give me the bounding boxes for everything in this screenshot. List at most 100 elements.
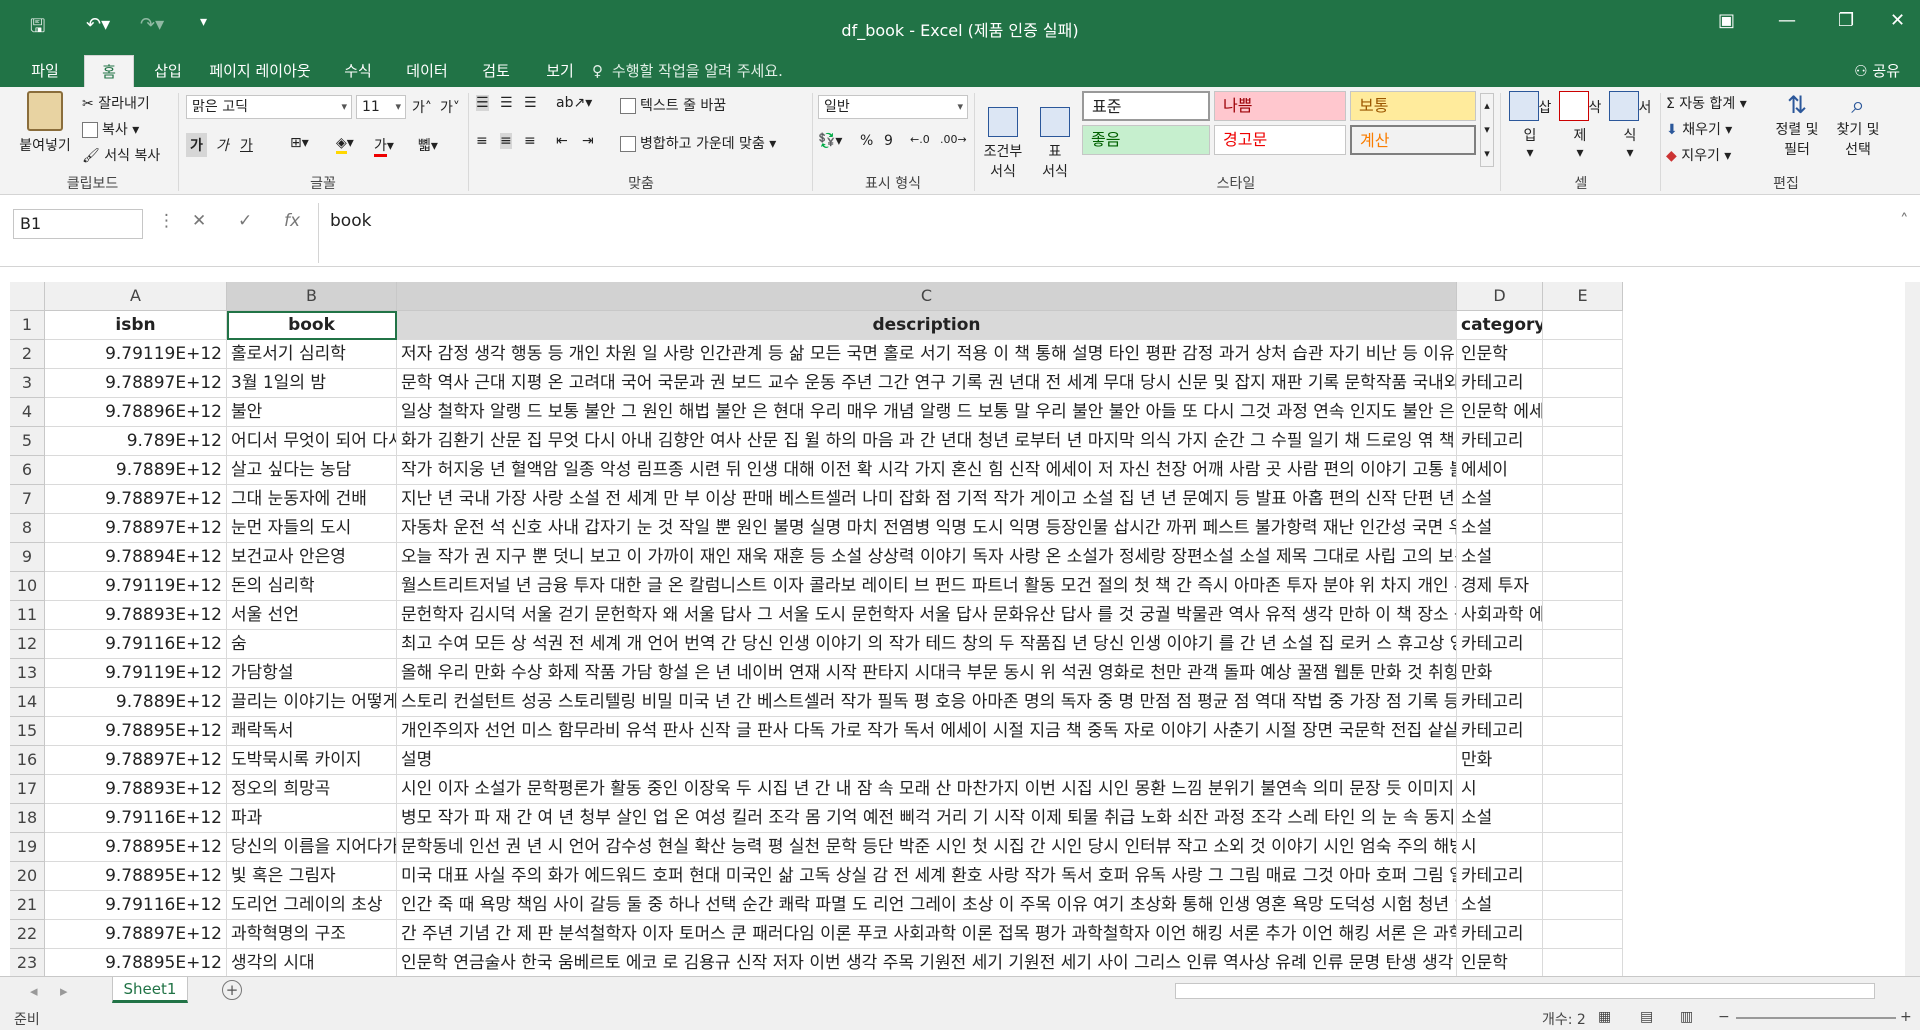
formula-options-icon[interactable]: ⋮ — [158, 211, 175, 231]
grow-font-button[interactable]: 가˄ — [412, 97, 432, 117]
cell-empty[interactable] — [1543, 717, 1623, 746]
insert-cells-button[interactable]: 삽입 ▾ — [1506, 91, 1554, 161]
cell-description[interactable]: 문학 역사 근대 지평 온 고려대 국어 국문과 권 보드 교수 운동 주년 그… — [397, 369, 1457, 398]
row-header[interactable]: 15 — [10, 717, 45, 746]
cell-category[interactable]: 카테고리 — [1457, 630, 1543, 659]
phonetic-icon[interactable]: 뼯▾ — [418, 135, 438, 155]
comma-button[interactable]: 9 — [884, 133, 893, 149]
cell-book[interactable]: 쾌락독서 — [227, 717, 397, 746]
conditional-format-button[interactable]: 조건부 서식 — [978, 91, 1028, 181]
cell-category[interactable]: 에세이 — [1457, 456, 1543, 485]
cell-category[interactable]: 사회과학 에세이 인문 — [1457, 601, 1543, 630]
cell-isbn[interactable]: 9.78897E+12 — [45, 920, 227, 949]
paste-button[interactable]: 붙여넣기 — [10, 91, 80, 155]
cell-description[interactable]: 병모 작가 파 재 간 여 년 청부 살인 업 온 여성 킬러 조각 몸 기억 … — [397, 804, 1457, 833]
merge-center-button[interactable]: 병합하고 가운데 맞춤 ▾ — [620, 133, 776, 153]
column-header-e[interactable]: E — [1543, 282, 1623, 311]
wrap-text-button[interactable]: 텍스트 줄 바꿈 — [620, 95, 726, 115]
cell-category[interactable]: 소설 — [1457, 514, 1543, 543]
percent-button[interactable]: % — [860, 133, 873, 149]
cell-isbn[interactable]: 9.78894E+12 — [45, 543, 227, 572]
column-header-b[interactable]: B — [227, 282, 397, 311]
align-left-icon[interactable]: ≡ — [476, 133, 488, 149]
cell-isbn[interactable]: 9.79116E+12 — [45, 804, 227, 833]
cell-description[interactable]: 지난 년 국내 가장 사랑 소설 전 세계 만 부 이상 판매 베스트셀러 나미… — [397, 485, 1457, 514]
row-header[interactable]: 13 — [10, 659, 45, 688]
page-layout-view-icon[interactable]: ▤ — [1640, 1009, 1653, 1025]
cell-book[interactable]: 돈의 심리학 — [227, 572, 397, 601]
style-bad[interactable]: 나쁨 — [1214, 91, 1346, 121]
fill-button[interactable]: ⬇ 채우기 ▾ — [1666, 119, 1732, 139]
decrease-decimal-icon[interactable]: .00→ — [940, 133, 967, 146]
page-break-view-icon[interactable]: ▥ — [1680, 1009, 1693, 1025]
row-header[interactable]: 7 — [10, 485, 45, 514]
cell-book[interactable]: 정오의 희망곡 — [227, 775, 397, 804]
cell-isbn[interactable]: 9.78893E+12 — [45, 601, 227, 630]
cell-book[interactable]: 3월 1일의 밤 — [227, 369, 397, 398]
cell-empty[interactable] — [1543, 775, 1623, 804]
cell-isbn[interactable]: 9.7889E+12 — [45, 456, 227, 485]
cell-empty[interactable] — [1543, 630, 1623, 659]
row-header[interactable]: 16 — [10, 746, 45, 775]
cell-category[interactable]: 소설 — [1457, 485, 1543, 514]
cell-category[interactable]: 카테고리 — [1457, 920, 1543, 949]
cell-description[interactable]: 문헌학자 김시덕 서울 걷기 문헌학자 왜 서울 답사 그 서울 도시 문헌학자… — [397, 601, 1457, 630]
currency-icon[interactable]: 💱▾ — [818, 133, 842, 149]
ribbon-display-icon[interactable]: ▣ — [1718, 10, 1735, 31]
tab-view[interactable]: 보기 — [530, 55, 590, 87]
number-format-combo[interactable]: 일반 — [818, 95, 968, 119]
minimize-icon[interactable]: — — [1778, 10, 1796, 31]
style-calculation[interactable]: 계산 — [1350, 125, 1476, 155]
row-header[interactable]: 2 — [10, 340, 45, 369]
row-header[interactable]: 9 — [10, 543, 45, 572]
column-header-d[interactable]: D — [1457, 282, 1543, 311]
row-header[interactable]: 12 — [10, 630, 45, 659]
align-bottom-icon[interactable]: ☰ — [524, 95, 537, 111]
cell-description[interactable]: 인간 죽 때 욕망 책임 사이 갈등 둘 중 하나 선택 순간 쾌락 파멸 도 … — [397, 891, 1457, 920]
column-header-c[interactable]: C — [397, 282, 1457, 311]
cell-description[interactable]: 문학동네 인선 권 년 시 언어 감수성 현실 확산 능력 평 실천 문학 등단… — [397, 833, 1457, 862]
cell-book[interactable]: 눈먼 자들의 도시 — [227, 514, 397, 543]
cell-isbn[interactable]: 9.78896E+12 — [45, 398, 227, 427]
cell-description[interactable]: 설명 — [397, 746, 1457, 775]
styles-scroll-icon[interactable]: ▴ ▾ ▾ — [1480, 93, 1494, 167]
font-color-icon[interactable]: 가▾ — [374, 135, 394, 157]
cell-book[interactable]: 파과 — [227, 804, 397, 833]
cell-empty[interactable] — [1543, 340, 1623, 369]
cell-book[interactable]: 어디서 무엇이 되어 다시 — [227, 427, 397, 456]
cell-book[interactable]: 도리언 그레이의 초상 — [227, 891, 397, 920]
delete-cells-button[interactable]: 삭제 ▾ — [1556, 91, 1604, 161]
cell-category[interactable]: 인문학 — [1457, 949, 1543, 976]
header-cell-description[interactable]: description — [397, 311, 1457, 340]
increase-decimal-icon[interactable]: ←.0 — [910, 133, 930, 146]
cell-empty[interactable] — [1543, 543, 1623, 572]
header-cell-category[interactable]: category — [1457, 311, 1543, 340]
cell-isbn[interactable]: 9.789E+12 — [45, 427, 227, 456]
cell-category[interactable]: 인문학 — [1457, 340, 1543, 369]
cancel-icon[interactable]: ✕ — [192, 211, 206, 231]
cell-category[interactable]: 카테고리 — [1457, 717, 1543, 746]
scroll-left-icon[interactable]: ◂ — [30, 982, 38, 1000]
style-normal[interactable]: 표준 — [1082, 91, 1210, 121]
tab-review[interactable]: 검토 — [466, 55, 526, 87]
align-middle-icon[interactable]: ☰ — [500, 95, 513, 111]
cell-isbn[interactable]: 9.78895E+12 — [45, 717, 227, 746]
font-size-combo[interactable]: 11 — [356, 95, 406, 119]
cell-empty[interactable] — [1543, 746, 1623, 775]
cell-description[interactable]: 작가 허지웅 년 혈액암 일종 악성 림프종 시련 뒤 인생 대해 이전 확 시… — [397, 456, 1457, 485]
cell-isbn[interactable]: 9.78897E+12 — [45, 369, 227, 398]
cell-isbn[interactable]: 9.79119E+12 — [45, 572, 227, 601]
cell-description[interactable]: 오늘 작가 권 지구 뿐 덧니 보고 이 가까이 재인 재욱 재훈 등 소설 상… — [397, 543, 1457, 572]
header-cell-empty[interactable] — [1543, 311, 1623, 340]
cell-description[interactable]: 인문학 연금술사 한국 움베르토 에코 로 김용규 신작 저자 이번 생각 주목… — [397, 949, 1457, 976]
name-box[interactable]: B1 — [13, 209, 143, 239]
cell-category[interactable]: 시 — [1457, 775, 1543, 804]
cell-empty[interactable] — [1543, 572, 1623, 601]
copy-button[interactable]: 복사 ▾ — [82, 119, 139, 139]
cell-description[interactable]: 올해 우리 만화 수상 화제 작품 가담 항설 은 년 네이버 연재 시작 판타… — [397, 659, 1457, 688]
cell-empty[interactable] — [1543, 949, 1623, 976]
cell-category[interactable]: 소설 — [1457, 891, 1543, 920]
decrease-indent-icon[interactable]: ⇤ — [556, 133, 568, 149]
zoom-out-icon[interactable]: − — [1718, 1009, 1730, 1025]
row-header[interactable]: 17 — [10, 775, 45, 804]
